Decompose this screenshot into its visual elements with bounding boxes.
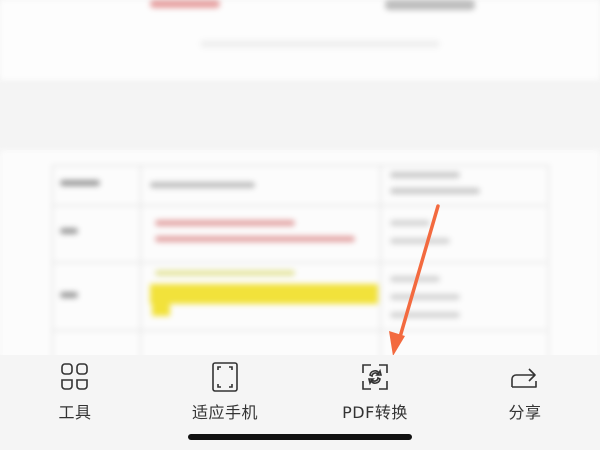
- arrow-shaft: [398, 204, 440, 339]
- share-button[interactable]: 分享: [470, 361, 580, 423]
- pdf-convert-icon: [357, 361, 393, 393]
- fit-phone-button[interactable]: 适应手机: [170, 361, 280, 423]
- tools-button[interactable]: 工具: [20, 361, 130, 423]
- grid-tools-icon: [57, 361, 93, 393]
- tools-label: 工具: [58, 403, 92, 422]
- pdf-convert-button[interactable]: PDF转换: [320, 361, 430, 423]
- share-icon: [507, 361, 543, 393]
- fit-phone-label: 适应手机: [191, 403, 258, 422]
- home-indicator[interactable]: [188, 434, 412, 440]
- arrow-head: [389, 331, 405, 356]
- pdf-convert-label: PDF转换: [342, 403, 408, 422]
- share-label: 分享: [508, 403, 542, 422]
- fit-screen-icon: [207, 361, 243, 393]
